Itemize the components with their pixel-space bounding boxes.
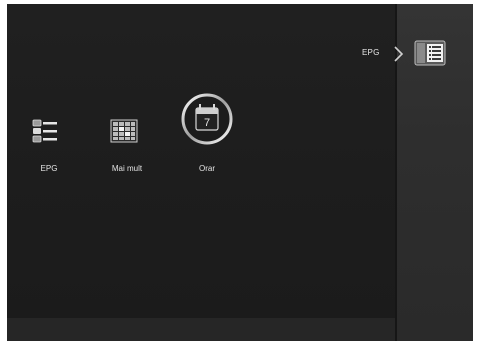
chevron-right-icon	[394, 46, 404, 62]
menu-item-orar[interactable]: 7 Orar	[167, 88, 247, 178]
selection-ring: 7	[181, 93, 233, 145]
menu-item-label: Orar	[199, 164, 215, 173]
bottom-bar	[7, 318, 395, 341]
menu-item-epg[interactable]: EPG	[9, 116, 89, 176]
tv-menu-screen: EPG EPG Mai mult 7 Orar	[7, 4, 473, 341]
calendar-icon: 7	[195, 104, 219, 131]
grid-schedule-icon	[110, 119, 138, 143]
menu-item-mai-mult[interactable]: Mai mult	[87, 116, 167, 176]
epg-list-icon	[414, 40, 446, 66]
epg-list-icon	[32, 119, 57, 143]
menu-item-label: Mai mult	[111, 164, 143, 173]
breadcrumb-label: EPG	[362, 48, 380, 57]
menu-item-label: EPG	[40, 164, 58, 173]
svg-text:7: 7	[204, 117, 210, 129]
